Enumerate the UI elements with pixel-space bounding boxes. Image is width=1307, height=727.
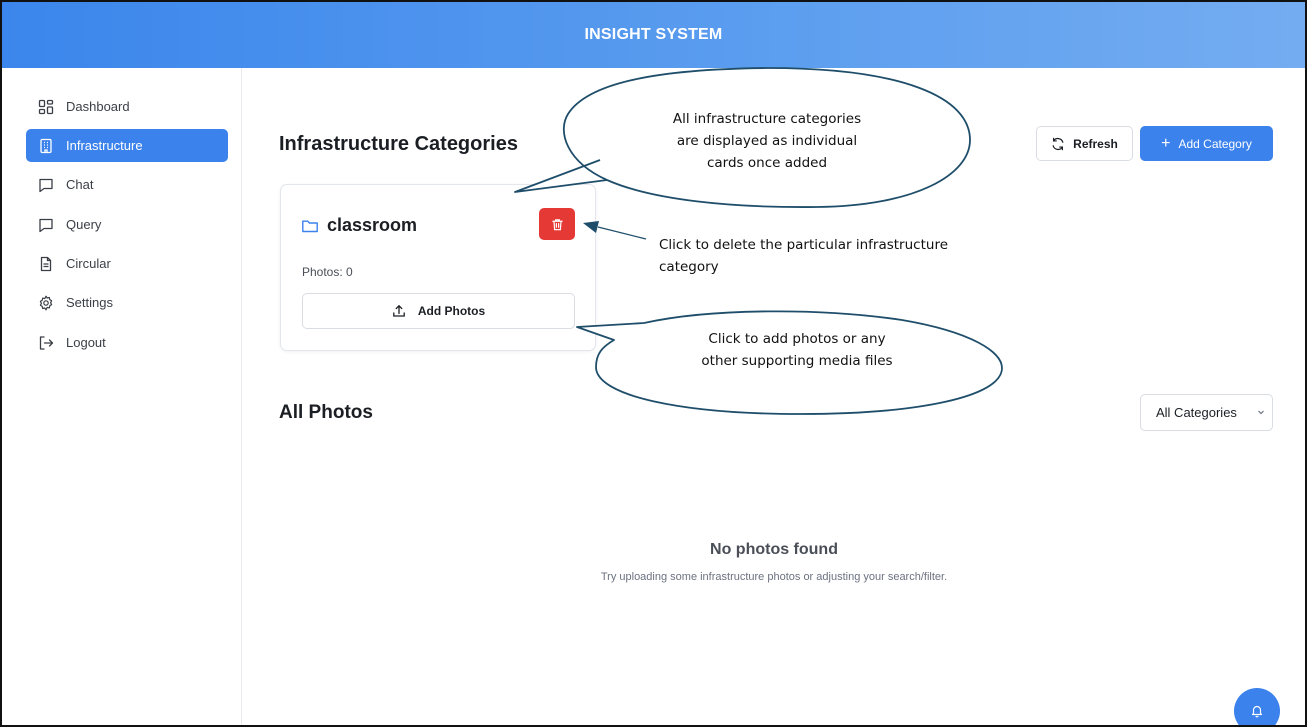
callout-delete-line: Click to delete the particular infrastru… [659,237,948,253]
callout-delete-text: Click to delete the particular infrastru… [659,234,1039,278]
category-card: classroom Photos: 0 Add Photos [280,184,596,351]
callout-cards-line: cards once added [706,155,828,171]
sidebar-item-label: Circular [66,256,111,271]
sidebar-item-label: Query [66,217,102,232]
sidebar-item-label: Dashboard [66,99,130,114]
category-card-title: classroom [301,215,417,236]
callout-cards-text: All infrastructure categories are displa… [602,108,932,174]
app-header: INSIGHT SYSTEM [2,2,1305,68]
page-title: Infrastructure Categories [279,133,518,155]
sidebar-item-dashboard[interactable]: Dashboard [26,90,228,123]
add-category-button[interactable]: + Add Category [1140,126,1273,161]
app-frame: INSIGHT SYSTEM Dashboard Infrastructure … [0,0,1307,727]
document-icon [38,256,54,272]
plus-icon: + [1161,134,1171,152]
callout-delete-line: category [659,259,719,275]
refresh-label: Refresh [1073,136,1118,151]
sidebar-item-label: Logout [66,335,106,350]
sidebar-item-infrastructure[interactable]: Infrastructure [26,129,228,162]
sidebar-item-settings[interactable]: Settings [26,286,228,319]
bell-icon [1251,705,1263,718]
sidebar-item-chat[interactable]: Chat [26,168,228,201]
chat-bubble-icon [38,177,54,193]
sidebar-item-label: Infrastructure [66,138,143,153]
logout-arrow-icon [38,335,54,351]
gear-icon [38,295,54,311]
sidebar-item-label: Settings [66,295,113,310]
folder-icon [302,220,318,232]
add-photos-label: Add Photos [417,304,486,318]
refresh-button[interactable]: Refresh [1036,126,1133,161]
empty-state-title: No photos found [710,541,838,558]
add-photos-button[interactable]: Add Photos [302,293,575,329]
photo-count: Photos: 0 [302,265,353,279]
notification-bell-button[interactable] [1234,688,1280,725]
chat-bubble-icon [38,217,54,233]
callout-photos-line: Click to add photos or any [708,331,886,347]
filter-selected-value: All Categories [1156,405,1237,420]
sidebar-item-query[interactable]: Query [26,208,228,241]
upload-icon [392,304,405,317]
callout-cards-line: are displayed as individual [676,133,858,149]
callout-photos-text: Click to add photos or any other support… [652,328,942,372]
all-photos-title: All Photos [279,402,373,423]
dashboard-grid-icon [38,99,54,115]
delete-category-button[interactable] [539,208,575,240]
sidebar: Dashboard Infrastructure Chat Query Circ… [2,68,242,725]
callout-photos-line: other supporting media files [701,353,893,369]
sidebar-item-logout[interactable]: Logout [26,326,228,359]
add-category-label: Add Category [1178,136,1252,151]
chevron-down-icon [1258,410,1264,415]
category-name: classroom [327,215,418,235]
empty-state-subtitle: Try uploading some infrastructure photos… [600,571,948,583]
category-filter-select[interactable]: All Categories [1140,394,1273,431]
sidebar-item-circular[interactable]: Circular [26,247,228,280]
callout-cards-line: All infrastructure categories [672,111,862,127]
sidebar-item-label: Chat [66,177,94,192]
building-icon [38,138,54,154]
app-title: INSIGHT SYSTEM [584,26,723,43]
trash-icon [551,218,563,230]
refresh-icon [1052,137,1064,150]
